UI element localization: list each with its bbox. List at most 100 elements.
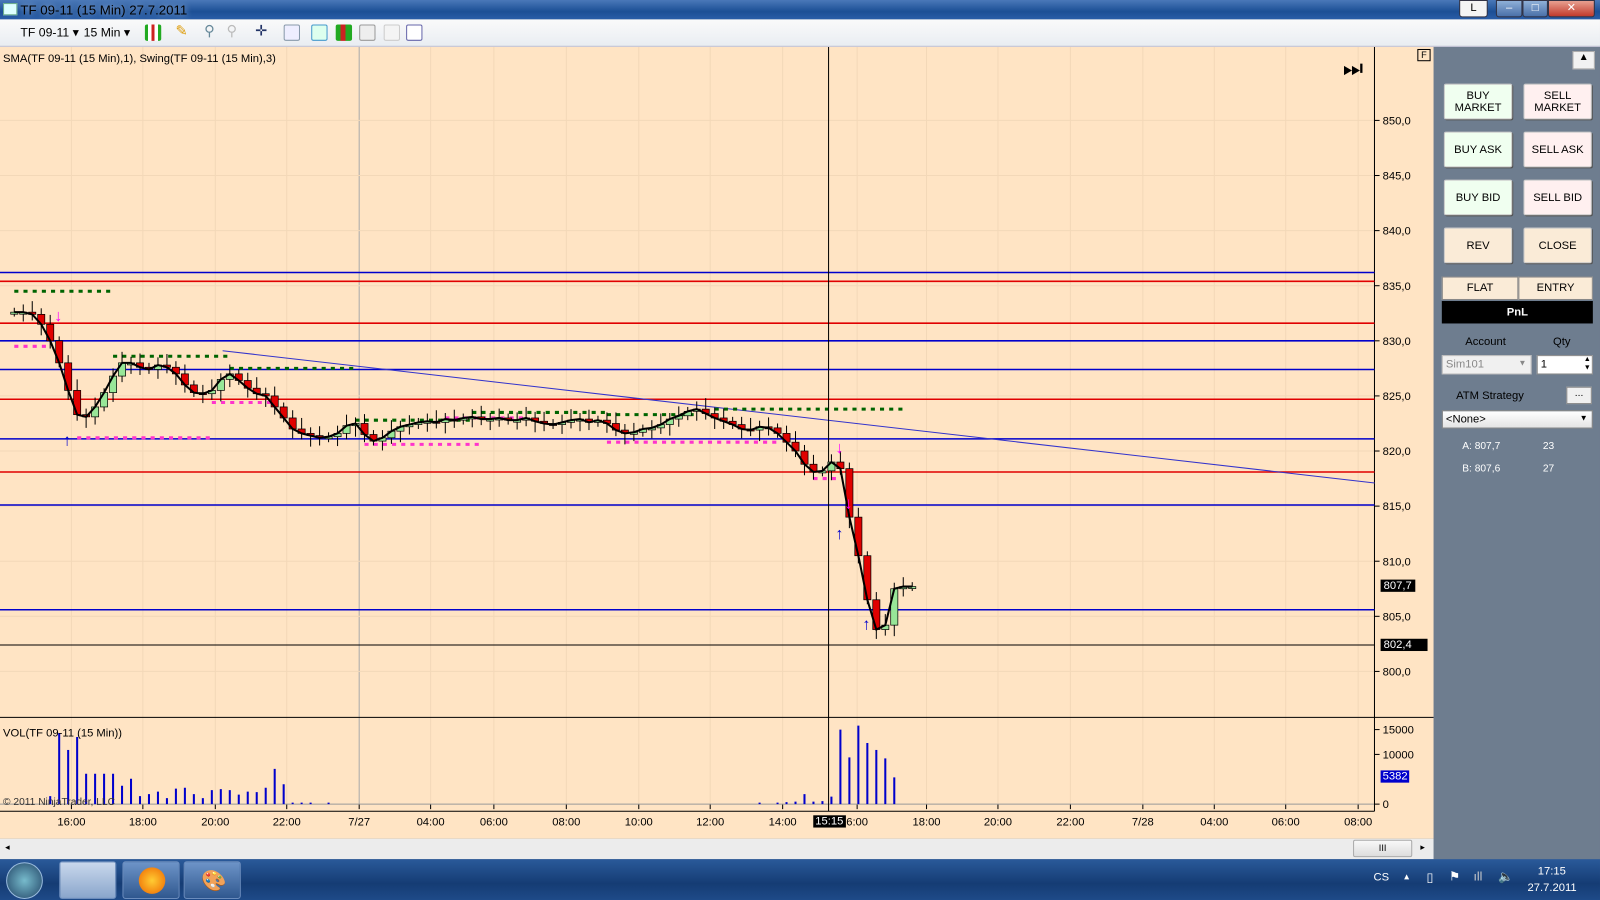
trend-line — [222, 350, 1375, 484]
time-tick-label: 08:00 — [552, 817, 580, 829]
ask-price: A: 807,7 — [1462, 440, 1501, 453]
candle — [55, 340, 64, 364]
horizontal-scrollbar[interactable]: ◂ III ▸ — [0, 838, 1434, 860]
taskbar-firefox[interactable] — [122, 861, 180, 899]
time-tick-label: 20:00 — [201, 817, 229, 829]
taskbar-paint[interactable]: 🎨 — [183, 861, 241, 899]
marker-price-label: 802,4 — [1380, 638, 1428, 652]
scroll-thumb[interactable]: III — [1353, 839, 1413, 858]
taskbar-ninjatrader[interactable] — [59, 861, 117, 899]
clock-date[interactable]: 27.7.2011 — [1528, 882, 1577, 894]
link-button[interactable]: L — [1459, 0, 1488, 18]
quantity-stepper[interactable]: 1 ▲ ▼ — [1536, 355, 1593, 375]
volume-label: VOL(TF 09-11 (15 Min)) — [3, 727, 123, 740]
time-tick-label: 7/28 — [1132, 817, 1154, 829]
crosshair-time-label: 15:15 — [813, 815, 846, 828]
price-tick-label: 800,0 — [1383, 667, 1411, 679]
candle — [890, 588, 899, 626]
candle — [863, 555, 872, 601]
indicator-label: SMA(TF 09-11 (15 Min),1), Swing(TF 09-11… — [3, 53, 276, 66]
tray-expand-icon[interactable]: ▴ — [1404, 871, 1409, 882]
time-tick-label: 22:00 — [1056, 817, 1084, 829]
price-tick-label: 825,0 — [1383, 391, 1411, 403]
price-chart[interactable]: 16:00 18:00 20:00 22:00 7/27 04:00 06:00 08:00 1… — [0, 0, 1434, 839]
swing-down-arrow-icon: ↓ — [835, 439, 843, 457]
price-tick-label: 820,0 — [1383, 446, 1411, 458]
quantity-value: 1 — [1540, 358, 1548, 371]
volume-tick-label: 15000 — [1383, 725, 1414, 737]
language-indicator[interactable]: CS — [1373, 871, 1389, 883]
entry-price: ENTRY — [1518, 276, 1593, 300]
time-tick-label: 12:00 — [696, 817, 724, 829]
swing-down-arrow-icon: ↓ — [844, 494, 852, 512]
sma-line — [14, 311, 913, 631]
firefox-icon — [138, 867, 166, 894]
time-tick-label: 14:00 — [769, 817, 797, 829]
minimize-button[interactable]: – — [1495, 0, 1523, 18]
last-volume-label: 5382 — [1380, 770, 1410, 783]
time-tick-label: 16:00 — [57, 817, 85, 829]
sell-ask-button[interactable]: SELL ASK — [1523, 131, 1592, 168]
price-tick-label: 830,0 — [1383, 336, 1411, 348]
atm-strategy-label: ATM Strategy — [1456, 389, 1524, 403]
price-tick-label: 835,0 — [1383, 281, 1411, 293]
volume-tick-label: 10000 — [1383, 749, 1414, 761]
close-position-button[interactable]: CLOSE — [1523, 227, 1592, 264]
buy-ask-button[interactable]: BUY ASK — [1443, 131, 1513, 168]
time-tick-label: 04:00 — [417, 817, 445, 829]
time-tick-label: 06:00 — [480, 817, 508, 829]
taskbar: 🎨 CS ▴ ▯ ⚑ ıll 🔈 17:15 27.7.2011 — [0, 859, 1600, 900]
maximize-button[interactable]: □ — [1522, 0, 1548, 18]
account-value: Sim101 — [1445, 358, 1484, 371]
price-tick-label: 850,0 — [1383, 115, 1411, 127]
ask-size: 23 — [1542, 440, 1555, 453]
candle — [64, 362, 73, 391]
pnl-display: PnL — [1441, 301, 1593, 324]
swing-up-arrow-icon: ↑ — [63, 432, 71, 450]
network-icon[interactable]: ıll — [1473, 869, 1482, 883]
swing-down-arrow-icon: ↓ — [54, 307, 62, 325]
position-status: FLAT — [1441, 276, 1519, 300]
account-select[interactable]: Sim101 ▼ — [1441, 355, 1532, 375]
candle — [73, 390, 82, 416]
action-center-flag-icon[interactable]: ⚑ — [1449, 869, 1460, 883]
scroll-right-icon[interactable]: ▸ — [1420, 842, 1425, 853]
volume-icon[interactable]: 🔈 — [1498, 869, 1513, 883]
bid-price: B: 807,6 — [1462, 463, 1501, 475]
start-button[interactable] — [6, 862, 43, 899]
account-label: Account — [1465, 335, 1506, 348]
price-tick-label: 815,0 — [1383, 501, 1411, 513]
time-tick-label: 06:00 — [1272, 817, 1300, 829]
collapse-up-icon[interactable]: ▲ — [1572, 51, 1595, 70]
time-tick-label: 18:00 — [129, 817, 157, 829]
price-tick-label: 840,0 — [1383, 226, 1411, 238]
f-button[interactable]: F — [1417, 48, 1431, 62]
price-tick-label: 845,0 — [1383, 171, 1411, 183]
time-tick-label: 18:00 — [912, 817, 940, 829]
paint-icon: 🎨 — [201, 870, 227, 893]
device-icon[interactable]: ▯ — [1427, 870, 1434, 884]
sell-market-button[interactable]: SELL MARKET — [1523, 83, 1592, 120]
buy-market-button[interactable]: BUY MARKET — [1443, 83, 1513, 120]
atm-strategy-value: <None> — [1445, 413, 1486, 426]
time-tick-label: 10:00 — [625, 817, 653, 829]
go-to-end-icon[interactable]: ⏭ — [1343, 55, 1363, 82]
candle — [854, 516, 863, 557]
reverse-button[interactable]: REV — [1443, 227, 1513, 264]
close-window-button[interactable]: ✕ — [1547, 0, 1595, 18]
time-tick-label: 08:00 — [1344, 817, 1372, 829]
chart-trader-panel: ▲ BUY MARKET SELL MARKET BUY ASK SELL AS… — [1433, 46, 1600, 860]
candle — [872, 599, 881, 630]
bid-size: 27 — [1542, 463, 1555, 475]
sell-bid-button[interactable]: SELL BID — [1523, 179, 1592, 216]
buy-bid-button[interactable]: BUY BID — [1443, 179, 1513, 216]
copyright-text: © 2011 NinjaTrader, LLC — [3, 796, 115, 809]
time-tick-label: 6:00 — [846, 817, 868, 829]
time-tick-label: 04:00 — [1200, 817, 1228, 829]
atm-strategy-select[interactable]: <None> ▼ — [1441, 410, 1593, 429]
clock-time[interactable]: 17:15 — [1538, 865, 1566, 877]
time-tick-label: 7/27 — [348, 817, 370, 829]
atm-strategy-button[interactable]: ... — [1566, 386, 1592, 405]
scroll-left-icon[interactable]: ◂ — [5, 842, 10, 853]
swing-up-arrow-icon: ↑ — [835, 525, 843, 543]
